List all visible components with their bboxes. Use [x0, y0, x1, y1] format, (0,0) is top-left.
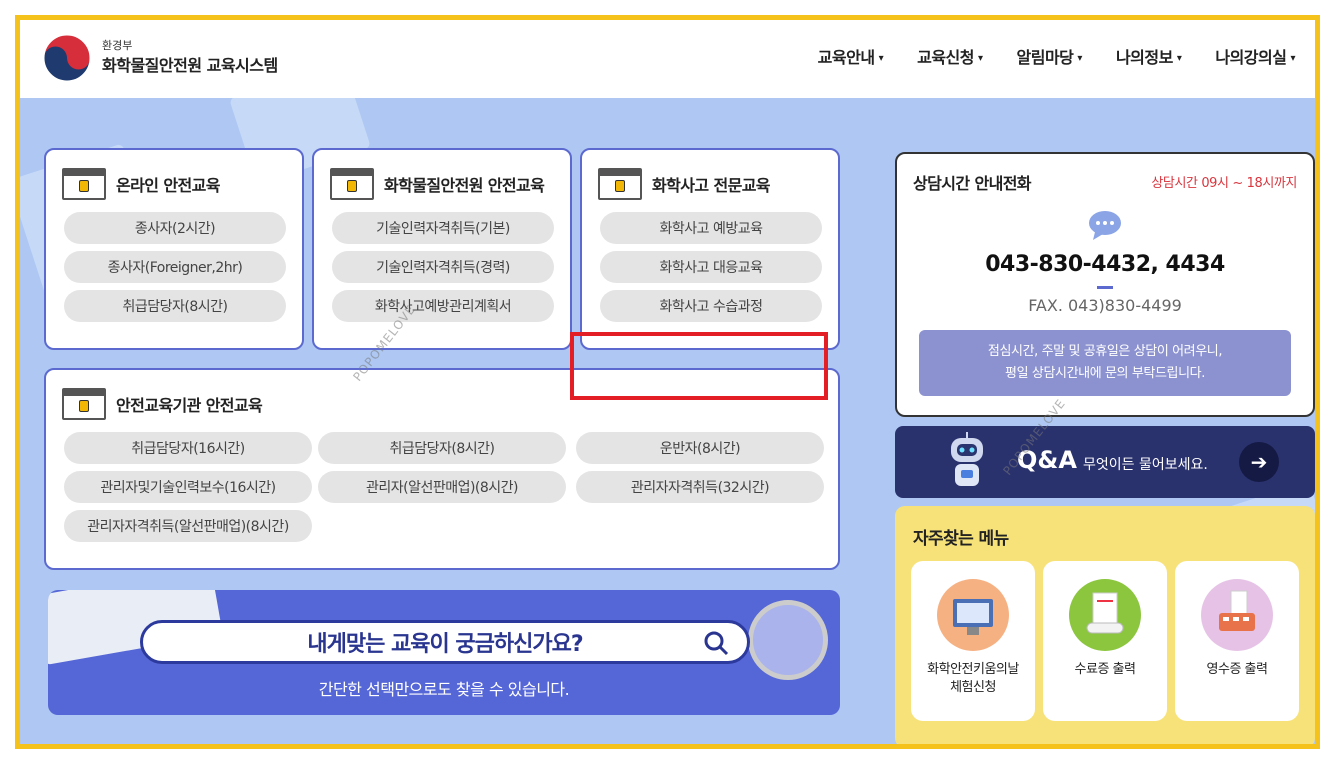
- banner-subtitle: 간단한 선택만으로도 찾을 수 있습니다.: [318, 680, 570, 699]
- faq-label-line: 체험신청: [950, 680, 996, 695]
- faq-label-line: 수료증 출력: [1074, 662, 1136, 677]
- nav-my-info[interactable]: 나의정보 ▾: [1115, 44, 1182, 68]
- card-header: 안전교육기관 안전교육: [62, 388, 263, 420]
- certificate-icon: [1069, 579, 1141, 651]
- government-logo-icon[interactable]: [42, 33, 92, 83]
- course-button[interactable]: 기술인력자격취득(경력): [332, 251, 554, 283]
- faq-label: 영수증 출력: [1175, 661, 1299, 679]
- contact-panel: 상담시간 안내전화 상담시간 09시 ~ 18시까지 043-830-4432,…: [895, 152, 1315, 417]
- course-button[interactable]: 관리자자격취득(32시간): [576, 471, 824, 503]
- frequent-menu-panel: 자주찾는 메뉴 화학안전키움의날 체험신청 수료증 출력 영수증 출력: [895, 506, 1315, 744]
- card-header: 온라인 안전교육: [62, 168, 220, 200]
- divider: [1097, 286, 1113, 289]
- nav-label: 교육안내: [817, 48, 875, 67]
- site-header: 환경부 화학물질안전원 교육시스템 교육안내 ▾ 교육신청 ▾ 알림마당 ▾ 나의정보…: [20, 20, 1315, 98]
- document-lock-icon: [62, 388, 106, 420]
- note-line: 평일 상담시간내에 문의 부탁드립니다.: [1005, 366, 1205, 381]
- card-title: 화학사고 전문교육: [652, 176, 771, 195]
- magnifier-illustration: [748, 600, 828, 680]
- card-institute-safety-edu: 화학물질안전원 안전교육 기술인력자격취득(기본) 기술인력자격취득(경력) 화…: [312, 148, 572, 350]
- nav-edu-apply[interactable]: 교육신청 ▾: [917, 44, 983, 68]
- course-finder-search[interactable]: 내게맞는 교육이 궁금하신가요?: [140, 620, 750, 664]
- main-nav: 교육안내 ▾ 교육신청 ▾ 알림마당 ▾ 나의정보 ▾ 나의강의실 ▾: [817, 44, 1296, 68]
- arrow-right-icon[interactable]: ➔: [1239, 442, 1279, 482]
- card-accident-expert-edu: 화학사고 전문교육 화학사고 예방교육 화학사고 대응교육 화학사고 수습과정: [580, 148, 840, 350]
- contact-note: 점심시간, 주말 및 공휴일은 상담이 어려우니, 평일 상담시간내에 문의 부…: [919, 330, 1291, 396]
- ministry-name: 환경부: [102, 39, 133, 52]
- faq-item-receipt[interactable]: 영수증 출력: [1175, 561, 1299, 721]
- computer-screen-icon: [937, 579, 1009, 651]
- course-finder-banner[interactable]: 내게맞는 교육이 궁금하신가요? 간단한 선택만으로도 찾을 수 있습니다.: [48, 590, 840, 715]
- document-lock-icon: [598, 168, 642, 200]
- nav-label: 알림마당: [1016, 48, 1074, 67]
- card-title: 안전교육기관 안전교육: [116, 396, 263, 415]
- faq-label: 화학안전키움의날 체험신청: [911, 661, 1035, 697]
- card-header: 화학물질안전원 안전교육: [330, 168, 545, 200]
- caret-down-icon: ▾: [878, 53, 884, 64]
- course-button[interactable]: 관리자(알선판매업)(8시간): [318, 471, 566, 503]
- nav-label: 나의강의실: [1215, 48, 1287, 67]
- course-button[interactable]: 취급담당자(8시간): [64, 290, 286, 322]
- caret-down-icon: ▾: [1077, 53, 1082, 64]
- nav-label: 나의정보: [1115, 48, 1173, 67]
- caret-down-icon: ▾: [977, 53, 983, 64]
- faq-title: 자주찾는 메뉴: [913, 529, 1009, 549]
- receipt-calculator-icon: [1201, 579, 1273, 651]
- course-button[interactable]: 화학사고 수습과정: [600, 290, 822, 322]
- nav-my-classroom[interactable]: 나의강의실 ▾: [1215, 44, 1295, 68]
- caret-down-icon: ▾: [1176, 53, 1182, 64]
- contact-hours: 상담시간 09시 ~ 18시까지: [1151, 176, 1297, 191]
- caret-down-icon: ▾: [1290, 53, 1295, 64]
- course-button[interactable]: 관리자및기술인력보수(16시간): [64, 471, 312, 503]
- contact-phone: 043-830-4432, 4434: [985, 252, 1225, 277]
- course-button[interactable]: 관리자자격취득(알선판매업)(8시간): [64, 510, 312, 542]
- note-line: 점심시간, 주말 및 공휴일은 상담이 어려우니,: [987, 344, 1223, 359]
- qna-banner[interactable]: Q&A 무엇이든 물어보세요. ➔: [895, 426, 1315, 498]
- banner-search-text: 내게맞는 교육이 궁금하신가요?: [307, 632, 583, 657]
- course-button[interactable]: 종사자(Foreigner,2hr): [64, 251, 286, 283]
- course-button[interactable]: 화학사고 예방교육: [600, 212, 822, 244]
- course-button[interactable]: 취급담당자(16시간): [64, 432, 312, 464]
- site-brand[interactable]: 화학물질안전원 교육시스템: [102, 52, 278, 76]
- course-button[interactable]: 화학사고 대응교육: [600, 251, 822, 283]
- contact-fax: FAX. 043)830-4499: [1028, 296, 1182, 315]
- qna-description: 무엇이든 물어보세요.: [1083, 457, 1208, 473]
- nav-edu-info[interactable]: 교육안내 ▾: [817, 44, 884, 68]
- nav-notice[interactable]: 알림마당 ▾: [1016, 44, 1083, 68]
- document-lock-icon: [330, 168, 374, 200]
- card-header: 화학사고 전문교육: [598, 168, 771, 200]
- document-lock-icon: [62, 168, 106, 200]
- chat-bubble-icon: [1089, 211, 1121, 240]
- search-icon: [704, 631, 729, 656]
- course-button[interactable]: 기술인력자격취득(기본): [332, 212, 554, 244]
- robot-icon: [951, 432, 983, 486]
- highlight-annotation-box: [570, 332, 828, 400]
- card-title: 온라인 안전교육: [116, 176, 220, 195]
- nav-label: 교육신청: [917, 48, 974, 67]
- main-area: 온라인 안전교육 종사자(2시간) 종사자(Foreigner,2hr) 취급담…: [20, 98, 1315, 744]
- faq-item-experience[interactable]: 화학안전키움의날 체험신청: [911, 561, 1035, 721]
- card-online-safety-edu: 온라인 안전교육 종사자(2시간) 종사자(Foreigner,2hr) 취급담…: [44, 148, 304, 350]
- course-button-carrier[interactable]: 운반자(8시간): [576, 432, 824, 464]
- contact-title: 상담시간 안내전화: [913, 174, 1032, 193]
- faq-item-certificate[interactable]: 수료증 출력: [1043, 561, 1167, 721]
- screenshot-frame: 환경부 화학물질안전원 교육시스템 교육안내 ▾ 교육신청 ▾ 알림마당 ▾ 나의정보…: [15, 15, 1320, 749]
- course-button[interactable]: 취급담당자(8시간): [318, 432, 566, 464]
- faq-label-line: 화학안전키움의날: [927, 662, 1019, 677]
- faq-label-line: 영수증 출력: [1206, 662, 1268, 677]
- card-title: 화학물질안전원 안전교육: [384, 176, 545, 195]
- course-button[interactable]: 화학사고예방관리계획서: [332, 290, 554, 322]
- course-button[interactable]: 종사자(2시간): [64, 212, 286, 244]
- faq-label: 수료증 출력: [1043, 661, 1167, 679]
